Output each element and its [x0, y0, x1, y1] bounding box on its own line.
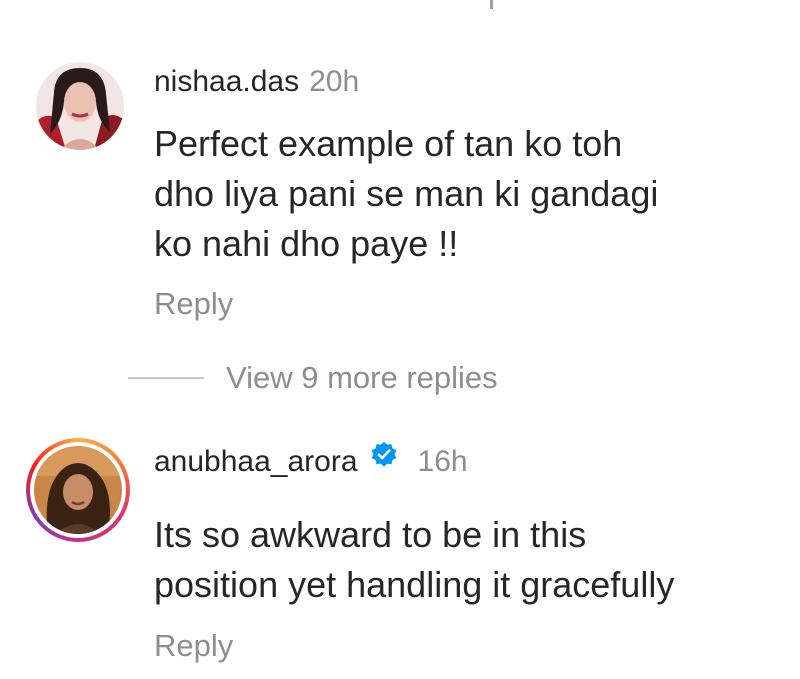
reply-button[interactable]: Reply — [154, 626, 233, 666]
verified-badge-icon — [370, 440, 398, 480]
avatar[interactable] — [36, 62, 124, 150]
comment-text: Perfect example of tan ko toh dho liya p… — [154, 123, 659, 264]
reply-button[interactable]: Reply — [154, 284, 233, 324]
username[interactable]: nishaa.das — [154, 65, 299, 98]
comment-text: Its so awkward to be in this position ye… — [154, 514, 675, 605]
comment-time: 20h — [309, 65, 360, 98]
comments-screen: nishaa.das 20h Perfect example of tan ko … — [0, 0, 800, 679]
username[interactable]: anubhaa_arora — [154, 445, 358, 478]
avatar[interactable] — [34, 446, 122, 534]
replies-divider-line — [128, 377, 204, 379]
view-more-replies-button[interactable]: View 9 more replies — [128, 358, 498, 398]
profile-photo-icon — [36, 62, 124, 150]
scroll-edge-mark — [490, 0, 493, 9]
comment-time: 16h — [417, 445, 468, 478]
view-more-replies-label: View 9 more replies — [226, 360, 498, 395]
comment-meta: nishaa.das 20h — [154, 62, 359, 102]
profile-photo-icon — [34, 446, 122, 534]
story-ring[interactable] — [26, 438, 130, 542]
comment-meta: anubhaa_arora 16h — [154, 440, 468, 483]
